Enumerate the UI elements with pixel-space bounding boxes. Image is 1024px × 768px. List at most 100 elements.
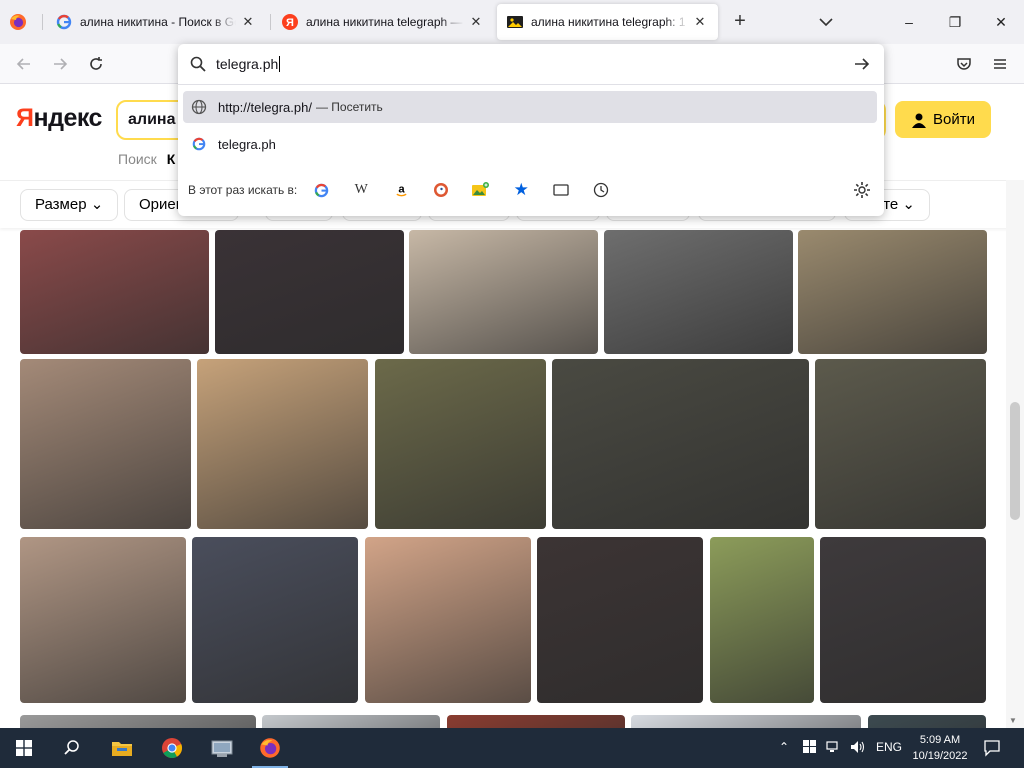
- image-result[interactable]: [20, 359, 191, 529]
- tab-yandex-images[interactable]: алина никитина telegraph: 1 тыс изображе…: [497, 4, 718, 40]
- suggestion-action: — Посетить: [315, 100, 383, 114]
- taskbar-chrome[interactable]: [148, 728, 196, 768]
- go-arrow-icon[interactable]: [852, 54, 872, 74]
- app-menu-button[interactable]: [988, 52, 1012, 76]
- tab-title: алина никитина - Поиск в Google: [80, 15, 236, 29]
- duckduckgo-icon[interactable]: [431, 180, 451, 200]
- image-result[interactable]: [604, 230, 793, 354]
- bookmarks-icon[interactable]: ★: [511, 180, 531, 200]
- close-tab-icon[interactable]: ✕: [240, 14, 256, 30]
- image-result[interactable]: [447, 715, 625, 728]
- tab-yandex-search[interactable]: Я алина никитина telegraph — Яндекс ✕: [272, 4, 494, 40]
- forward-button[interactable]: [48, 52, 72, 76]
- firefox-menu-icon[interactable]: [9, 13, 27, 31]
- yandex-icon: Я: [282, 14, 298, 30]
- close-window-button[interactable]: ✕: [978, 0, 1024, 44]
- image-result[interactable]: [815, 359, 986, 529]
- image-result[interactable]: [262, 715, 440, 728]
- suggestion-search-google[interactable]: telegra.ph: [183, 128, 877, 160]
- address-bar-value: telegra.ph: [216, 56, 279, 72]
- image-result[interactable]: [20, 715, 256, 728]
- notifications-icon[interactable]: [983, 739, 1001, 757]
- tab-google-search[interactable]: алина никитина - Поиск в Google ✕: [46, 4, 266, 40]
- login-label: Войти: [933, 111, 975, 128]
- network-icon[interactable]: [826, 740, 840, 754]
- tab-title: алина никитина telegraph: 1 тыс изображе…: [531, 15, 688, 29]
- gear-icon[interactable]: [852, 180, 872, 200]
- filter-size-button[interactable]: Размер ⌄: [20, 189, 119, 221]
- tabs-icon[interactable]: [551, 180, 571, 200]
- image-results-grid: [0, 230, 1010, 728]
- tab-strip: алина никитина - Поиск в Google ✕ Я алин…: [0, 0, 1024, 44]
- image-result[interactable]: [20, 537, 186, 703]
- image-result[interactable]: [710, 537, 814, 703]
- address-bar-input[interactable]: telegra.ph: [178, 44, 884, 84]
- speaker-icon[interactable]: [850, 740, 866, 754]
- windows-taskbar: ⌃ ENG 5:09 AM 10/19/2022: [0, 728, 1024, 768]
- clock-date: 10/19/2022: [912, 750, 968, 762]
- image-result[interactable]: [868, 715, 986, 728]
- scroll-down-arrow-icon[interactable]: ▼: [1009, 716, 1017, 725]
- clock-time: 5:09 AM: [919, 734, 961, 746]
- google-icon[interactable]: [311, 180, 331, 200]
- image-result[interactable]: [365, 537, 531, 703]
- close-tab-icon[interactable]: ✕: [692, 14, 708, 30]
- svg-text:Я: Я: [286, 17, 294, 29]
- image-result[interactable]: [215, 230, 404, 354]
- wikipedia-icon[interactable]: W: [351, 180, 371, 200]
- image-search-icon[interactable]: [471, 180, 491, 200]
- globe-icon: [191, 99, 207, 115]
- image-result[interactable]: [552, 359, 809, 529]
- language-indicator[interactable]: ENG: [876, 740, 902, 754]
- image-result[interactable]: [192, 537, 358, 703]
- security-icon[interactable]: [803, 740, 817, 754]
- chrome-icon: [162, 738, 183, 758]
- google-icon: [56, 14, 72, 30]
- windows-start-icon: [16, 740, 32, 756]
- scrollbar-thumb[interactable]: [1010, 402, 1020, 520]
- tab-title: алина никитина telegraph — Яндекс: [306, 15, 464, 29]
- chevron-up-icon[interactable]: ⌃: [779, 740, 789, 754]
- suggestion-visit-url[interactable]: http://telegra.ph/ — Посетить: [183, 91, 877, 123]
- maximize-button[interactable]: ❐: [932, 0, 978, 44]
- image-result[interactable]: [20, 230, 209, 354]
- search-query-text: алина: [128, 111, 176, 128]
- image-result[interactable]: [409, 230, 598, 354]
- pocket-button[interactable]: [952, 52, 976, 76]
- divider: [178, 84, 884, 85]
- close-tab-icon[interactable]: ✕: [468, 14, 484, 30]
- image-result[interactable]: [820, 537, 986, 703]
- start-button[interactable]: [0, 728, 48, 768]
- taskbar-file-explorer[interactable]: [98, 728, 146, 768]
- text-caret: [279, 56, 281, 72]
- user-icon: [912, 113, 926, 128]
- amazon-icon[interactable]: a: [391, 180, 411, 200]
- suggestion-text: telegra.ph: [218, 136, 276, 152]
- arrow-left-icon: [16, 58, 30, 70]
- taskbar-firefox[interactable]: [246, 728, 294, 768]
- image-result[interactable]: [375, 359, 546, 529]
- reload-icon: [90, 57, 102, 70]
- reload-button[interactable]: [84, 52, 108, 76]
- chevron-down-icon[interactable]: [816, 13, 836, 31]
- image-result[interactable]: [798, 230, 987, 354]
- history-icon[interactable]: [591, 180, 611, 200]
- file-explorer-icon: [112, 742, 132, 756]
- image-result[interactable]: [197, 359, 368, 529]
- image-result[interactable]: [537, 537, 703, 703]
- system-clock[interactable]: 5:09 AM 10/19/2022: [904, 732, 976, 764]
- tab-images[interactable]: К: [167, 151, 176, 167]
- new-tab-button[interactable]: +: [728, 10, 752, 34]
- yandex-logo[interactable]: Яндекс: [16, 104, 102, 133]
- svg-text:a: a: [398, 183, 405, 195]
- image-result[interactable]: [631, 715, 861, 728]
- tab-search[interactable]: Поиск: [118, 151, 157, 167]
- minimize-button[interactable]: –: [886, 0, 932, 44]
- taskbar-search-button[interactable]: [48, 728, 96, 768]
- back-button[interactable]: [12, 52, 36, 76]
- login-button[interactable]: Войти: [895, 101, 991, 138]
- suggestion-text: http://telegra.ph/: [218, 99, 312, 115]
- pocket-icon: [957, 58, 971, 70]
- taskbar-app[interactable]: [198, 728, 246, 768]
- hamburger-menu-icon: [994, 59, 1006, 69]
